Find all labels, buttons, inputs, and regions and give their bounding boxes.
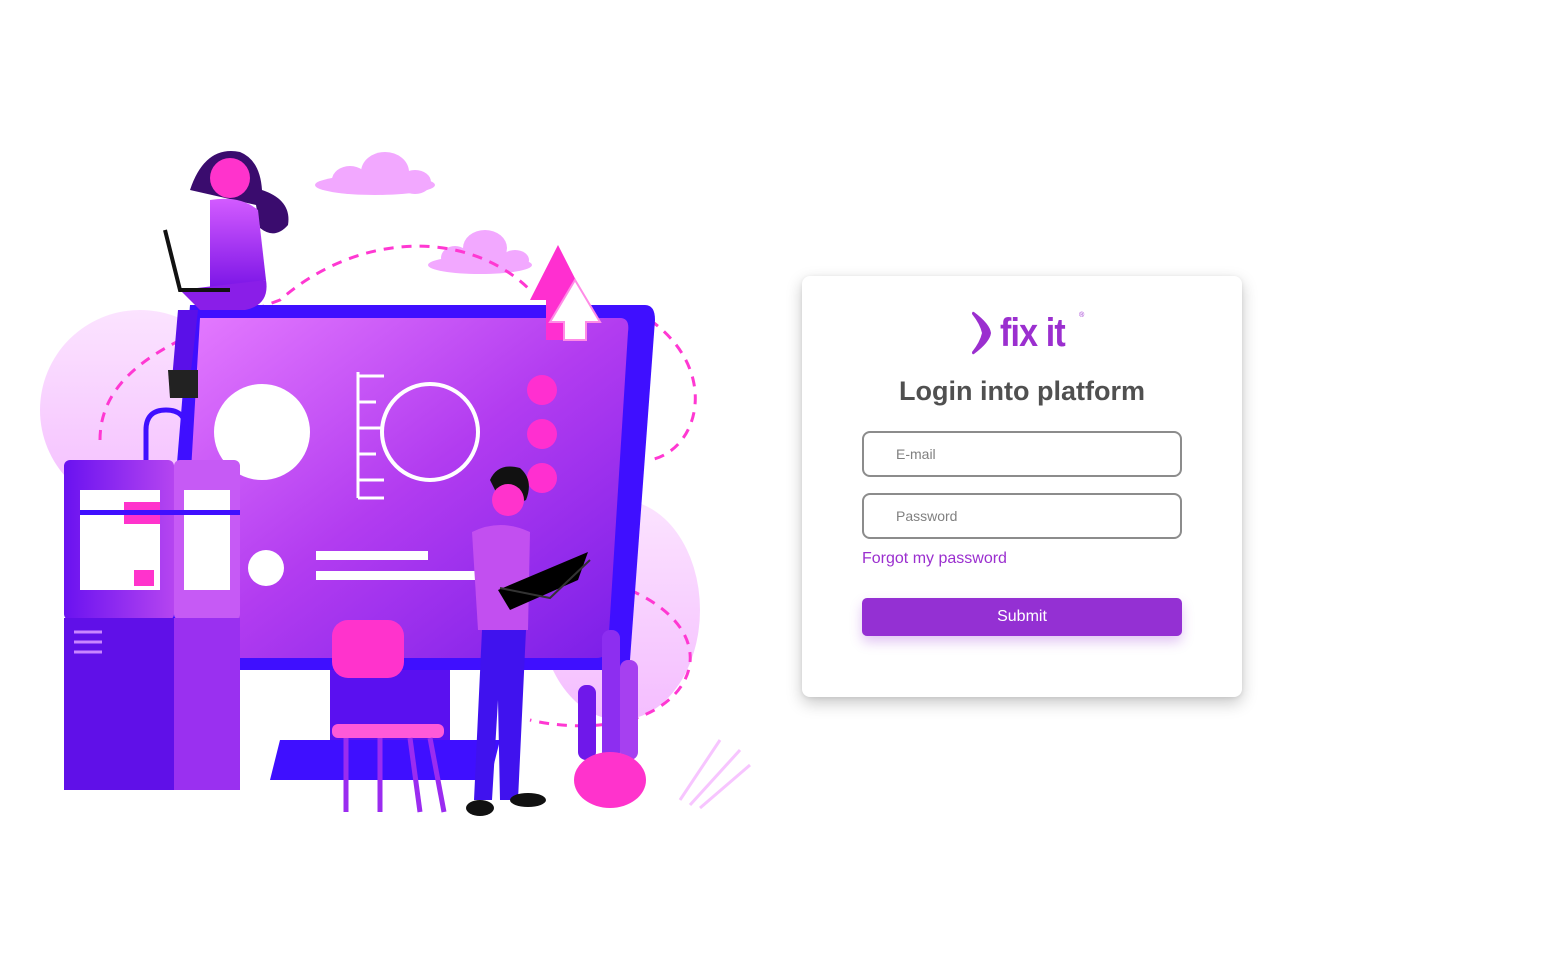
login-card: fix it ® Login into platform Forgot my p…: [802, 276, 1242, 697]
password-field[interactable]: [864, 495, 1176, 537]
printer-bar: [80, 510, 240, 515]
printer-base-right: [174, 618, 240, 790]
page-title: Login into platform: [899, 376, 1145, 406]
email-field-box: [862, 431, 1182, 477]
chair-seat: [332, 724, 444, 738]
password-field-box: [862, 493, 1182, 539]
cloud-icon: [428, 230, 532, 274]
hero-illustration: [40, 151, 751, 816]
brand-logo: fix it ®: [970, 310, 1084, 356]
monitor-screen: [180, 318, 629, 658]
printer-window-right: [184, 490, 230, 590]
brand-name: fix it: [1000, 311, 1066, 355]
printer-part-2: [134, 570, 154, 586]
submit-button[interactable]: Submit: [862, 598, 1182, 636]
cloud-icon: [315, 152, 435, 195]
monitor-base: [270, 740, 500, 780]
login-page: fix it ® Login into platform Forgot my p…: [0, 0, 1559, 974]
chair-back: [332, 620, 404, 678]
email-field[interactable]: [864, 433, 1176, 475]
printer-base-left: [64, 618, 174, 790]
screen-dots: [527, 375, 557, 493]
screen-small-circle: [248, 550, 284, 586]
grass-decor: [678, 739, 751, 810]
screen-line-1: [316, 551, 428, 560]
chevron-swoosh-icon: [972, 311, 991, 355]
forgot-password-link[interactable]: Forgot my password: [862, 550, 1007, 568]
trademark-symbol: ®: [1079, 312, 1085, 319]
